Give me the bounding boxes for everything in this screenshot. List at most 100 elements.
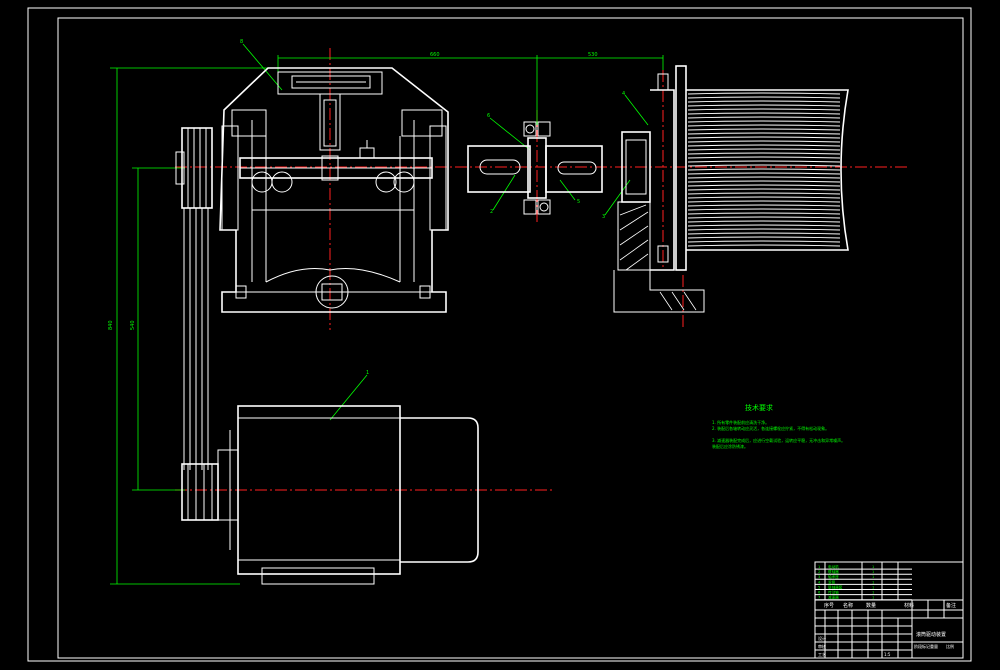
parts-list: 1 电动机 12 联轴器 13 轴承座 14 滚筒 15 联轴器套 16 传动轴 17 减速器 1 [815, 562, 912, 601]
header-material: 材料 [904, 602, 914, 609]
gearbox-housing [219, 67, 449, 313]
tech-line-5: 装配后应涂防锈漆。 [712, 443, 748, 449]
drum-rib [687, 92, 841, 95]
header-name: 名称 [843, 602, 853, 609]
part-label-3: 3 [602, 214, 605, 220]
drum-rib [687, 228, 841, 231]
tech-line-2: 2. 装配后各轴转动应灵活，各连接螺栓应拧紧，不得有松动现象。 [712, 425, 829, 431]
label-stage: 阶段标记 [914, 643, 930, 649]
parts-row-cell: 1 [872, 565, 874, 569]
parts-row-cell: 1 [872, 570, 874, 574]
drum-rib [687, 168, 841, 171]
drum-rib [687, 116, 841, 119]
parts-row-cell: 2 [818, 570, 820, 574]
parts-row-cell: 1 [872, 580, 874, 584]
drum-rib [687, 236, 841, 239]
drum-rib [687, 204, 841, 207]
parts-row-cell: 1 [872, 596, 874, 600]
label-review: 审核 [818, 643, 826, 649]
drum-rib [687, 192, 841, 195]
drum-rib [687, 148, 841, 151]
part-label-8: 8 [240, 39, 243, 45]
parts-row-cell: 4 [818, 580, 821, 584]
drum-rib [687, 108, 841, 111]
drum-rib [687, 200, 841, 203]
label-scale: 1:5 [884, 652, 891, 657]
drum-rib [687, 216, 841, 219]
parts-row-cell: 1 [872, 591, 874, 595]
dimension-text-top-right: 530 [588, 52, 598, 58]
parts-row-cell: 5 [818, 585, 820, 589]
part-label-2: 2 [490, 209, 493, 215]
drum-rib [687, 232, 841, 235]
tech-line-4: 3. 减速器装配完成后，应进行空载试验，运转应平稳，无冲击和异常噪声。 [712, 437, 845, 443]
drum-rib [687, 112, 841, 115]
bearing-support [613, 65, 705, 313]
drum-rib [687, 120, 841, 123]
header-remarks: 备注 [946, 602, 956, 609]
parts-row-cell: 传动轴 [828, 590, 839, 595]
label-design: 设计 [818, 635, 826, 641]
drum-rib [687, 152, 841, 155]
parts-row-cell: 轴承座 [828, 574, 839, 579]
coupling-assembly [467, 121, 603, 215]
parts-row-cell: 电动机 [828, 564, 839, 569]
part-label-4: 4 [622, 91, 625, 97]
dimension-text-left-short: 540 [130, 320, 136, 330]
drum-rib [687, 128, 841, 131]
cad-drawing-viewport: 660 530 840 540 8 1 2 3 4 5 6 技术要求 1. 所有… [0, 0, 1000, 666]
drum-rib [687, 224, 841, 227]
drum-rib [687, 164, 841, 167]
title-block: 1 电动机 12 联轴器 13 轴承座 14 滚筒 15 联轴器套 16 传动轴 17 减速器 1 序号 名… [814, 561, 964, 659]
header-qty: 数量 [866, 602, 876, 609]
belt-drive [175, 127, 219, 521]
drum-rib [687, 100, 841, 103]
drum [686, 89, 849, 251]
header-index: 序号 [824, 602, 834, 609]
part-label-1: 1 [366, 370, 369, 376]
dimension-lines [110, 43, 664, 585]
label-ratio: 比例 [946, 643, 954, 649]
drum-rib [687, 220, 841, 223]
cad-drawing: 660 530 840 540 8 1 2 3 4 5 6 技术要求 1. 所有… [27, 7, 972, 662]
drum-rib [687, 208, 841, 211]
drum-rib [687, 104, 841, 107]
part-label-6: 6 [487, 113, 490, 119]
tech-requirements: 技术要求 1. 所有零件装配前应清洗干净。 2. 装配后各轴转动应灵活，各连接螺… [712, 403, 845, 449]
drum-rib [687, 132, 841, 135]
drum-rib [687, 176, 841, 179]
drum-rib [687, 160, 841, 163]
parts-row-cell: 7 [818, 596, 820, 600]
parts-row-cell: 1 [872, 585, 874, 589]
parts-row-cell: 减速器 [828, 595, 839, 600]
label-weight: 重量 [930, 643, 938, 649]
drum-rib [687, 96, 841, 99]
parts-row-cell: 联轴器套 [828, 584, 843, 589]
parts-row-cell: 联轴器 [828, 569, 839, 574]
drum-rib [687, 136, 841, 139]
drum-rib [687, 184, 841, 187]
drum-rib [687, 156, 841, 159]
drum-rib [687, 196, 841, 199]
tech-requirements-title: 技术要求 [745, 403, 773, 412]
drawing-name: 滚筒驱动装置 [916, 631, 946, 638]
drum-rib [687, 124, 841, 127]
drum-rib [687, 180, 841, 183]
parts-row-cell: 3 [818, 575, 820, 579]
parts-row-cell: 1 [872, 575, 874, 579]
part-label-5: 5 [577, 199, 580, 205]
drum-ribs [687, 92, 841, 247]
tech-line-1: 1. 所有零件装配前应清洗干净。 [712, 419, 769, 425]
parts-row-cell: 滚筒 [828, 579, 836, 584]
drum-rib [687, 244, 841, 247]
dimension-text-left-long: 840 [108, 320, 114, 330]
parts-row-cell: 6 [818, 591, 821, 595]
drum-rib [687, 240, 841, 243]
drum-rib [687, 172, 841, 175]
label-process: 工艺 [818, 652, 826, 657]
electric-motor [217, 405, 479, 585]
dimension-text-top-left: 660 [430, 52, 440, 58]
drum-rib [687, 212, 841, 215]
centerlines [175, 48, 910, 491]
drum-rib [687, 188, 841, 191]
